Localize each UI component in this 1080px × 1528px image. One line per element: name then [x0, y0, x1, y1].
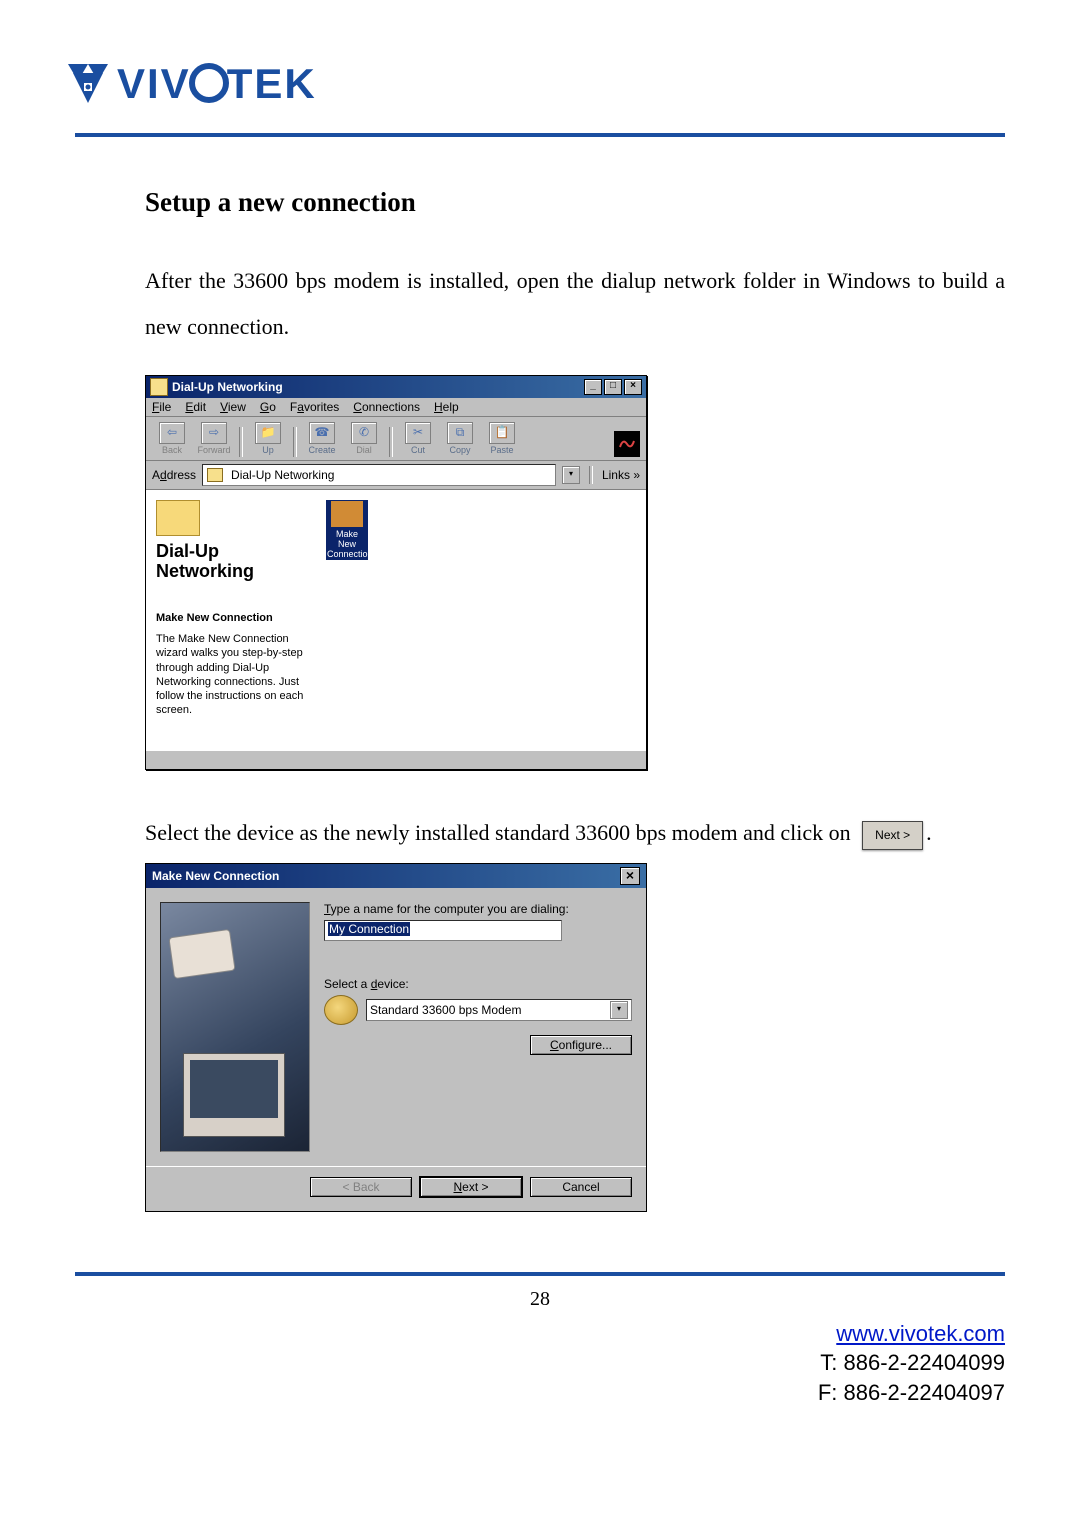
- next-button[interactable]: Next >: [420, 1177, 522, 1197]
- menu-view[interactable]: View: [220, 400, 246, 414]
- close-button[interactable]: ×: [624, 379, 642, 395]
- toolbar: ⇦Back ⇨Forward 📁Up ☎Create ✆Dial ✂Cut ⧉C…: [146, 417, 646, 461]
- paste-icon: 📋: [489, 422, 515, 444]
- cancel-button[interactable]: Cancel: [530, 1177, 632, 1197]
- menu-go[interactable]: Go: [260, 400, 276, 414]
- folder-icon: [156, 500, 200, 536]
- window-title: Dial-Up Networking: [172, 380, 584, 394]
- toolbar-dial[interactable]: ✆Dial: [344, 420, 384, 457]
- address-field[interactable]: Dial-Up Networking: [202, 464, 556, 486]
- configure-button[interactable]: Configure...: [530, 1035, 632, 1055]
- menu-edit[interactable]: Edit: [185, 400, 206, 414]
- menu-connections[interactable]: Connections: [353, 400, 420, 414]
- wizard-illustration: [160, 902, 310, 1152]
- paragraph-1: After the 33600 bps modem is installed, …: [145, 258, 1005, 350]
- wizard-close-button[interactable]: ×: [620, 867, 640, 885]
- menu-file[interactable]: File: [152, 400, 171, 414]
- create-icon: ☎: [309, 422, 335, 444]
- items-pane[interactable]: Make New Connection: [316, 490, 646, 750]
- logo-text: VIVTEK: [117, 60, 317, 108]
- forward-icon: ⇨: [201, 422, 227, 444]
- phone-icon: [168, 928, 235, 978]
- paragraph-2: Select the device as the newly installed…: [145, 810, 1005, 856]
- toolbar-back[interactable]: ⇦Back: [152, 420, 192, 457]
- menubar: File Edit View Go Favorites Connections …: [146, 398, 646, 417]
- name-label: Type a name for the computer you are dia…: [324, 902, 632, 916]
- device-label: Select a device:: [324, 977, 632, 991]
- toolbar-create[interactable]: ☎Create: [302, 420, 342, 457]
- selected-item-name: Make New Connection: [156, 612, 306, 624]
- copy-icon: ⧉: [447, 422, 473, 444]
- menu-favorites[interactable]: Favorites: [290, 400, 339, 414]
- wizard-title-text: Make New Connection: [152, 869, 279, 883]
- device-select[interactable]: Standard 33600 bps Modem ▾: [366, 999, 632, 1021]
- chevron-down-icon[interactable]: ▾: [610, 1001, 628, 1019]
- toolbar-forward[interactable]: ⇨Forward: [194, 420, 234, 457]
- titlebar[interactable]: Dial-Up Networking _ □ ×: [146, 376, 646, 398]
- throbber-icon: [614, 431, 640, 457]
- statusbar: [146, 750, 646, 769]
- header-rule: [75, 133, 1005, 137]
- address-dropdown[interactable]: ▾: [562, 466, 580, 484]
- make-new-connection-item[interactable]: Make New Connection: [326, 500, 368, 560]
- brand-logo: VIVTEK: [65, 60, 1005, 108]
- wizard-footer: < Back Next > Cancel: [146, 1166, 646, 1211]
- back-button: < Back: [310, 1177, 412, 1197]
- footer-tel: T: 886-2-22404099: [820, 1350, 1005, 1375]
- info-panel: Dial-Up Networking Make New Connection T…: [146, 490, 316, 750]
- links-label[interactable]: Links »: [602, 468, 640, 482]
- toolbar-copy[interactable]: ⧉Copy: [440, 420, 480, 457]
- inline-next-button: Next >: [862, 821, 923, 850]
- toolbar-cut[interactable]: ✂Cut: [398, 420, 438, 457]
- dialup-networking-window: Dial-Up Networking _ □ × File Edit View …: [145, 375, 647, 770]
- minimize-button[interactable]: _: [584, 379, 602, 395]
- toolbar-up[interactable]: 📁Up: [248, 420, 288, 457]
- make-new-connection-window: Make New Connection × Type a name for th…: [145, 863, 647, 1212]
- connection-name-input[interactable]: My Connection: [324, 920, 562, 941]
- address-icon: [207, 468, 223, 482]
- connection-icon: [331, 501, 363, 527]
- address-label: Address: [152, 468, 196, 482]
- up-icon: 📁: [255, 422, 281, 444]
- modem-icon: [324, 995, 358, 1025]
- monitor-icon: [183, 1053, 285, 1137]
- addressbar: Address Dial-Up Networking ▾ Links »: [146, 461, 646, 490]
- selected-item-desc: The Make New Connection wizard walks you…: [156, 632, 306, 718]
- footer-contact: www.vivotek.com T: 886-2-22404099 F: 886…: [75, 1319, 1005, 1408]
- wizard-titlebar[interactable]: Make New Connection ×: [146, 864, 646, 888]
- cut-icon: ✂: [405, 422, 431, 444]
- dial-icon: ✆: [351, 422, 377, 444]
- logo-mark-icon: [65, 61, 111, 107]
- footer-url[interactable]: www.vivotek.com: [836, 1321, 1005, 1346]
- address-value: Dial-Up Networking: [231, 468, 334, 482]
- back-icon: ⇦: [159, 422, 185, 444]
- footer-fax: F: 886-2-22404097: [818, 1380, 1005, 1405]
- window-icon: [150, 378, 168, 396]
- toolbar-paste[interactable]: 📋Paste: [482, 420, 522, 457]
- page-number: 28: [75, 1288, 1005, 1311]
- menu-help[interactable]: Help: [434, 400, 459, 414]
- panel-title: Dial-Up Networking: [156, 542, 306, 582]
- maximize-button[interactable]: □: [604, 379, 622, 395]
- section-heading: Setup a new connection: [145, 187, 1005, 218]
- footer-rule: [75, 1272, 1005, 1276]
